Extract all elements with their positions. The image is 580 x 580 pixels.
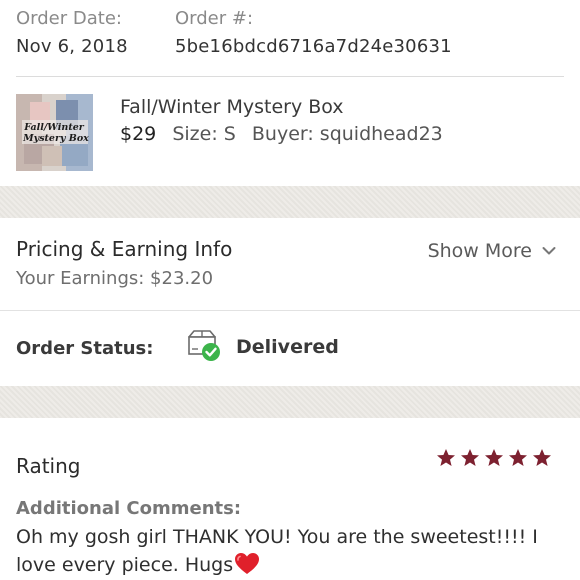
pricing-section: Pricing & Earning Info Your Earnings: $2… xyxy=(0,218,580,310)
item-price: $29 xyxy=(120,123,157,145)
thumbnail-text-line1: Fall/Winter xyxy=(23,122,85,133)
item-thumbnail[interactable]: Fall/Winter Mystery Box xyxy=(16,94,93,171)
comments-body: Oh my gosh girl THANK YOU! You are the s… xyxy=(16,523,556,579)
comments-text: Oh my gosh girl THANK YOU! You are the s… xyxy=(16,526,538,576)
star-icon xyxy=(437,449,455,466)
item-meta: $29 Size: S Buyer: squidhead23 xyxy=(120,123,443,145)
order-status-label: Order Status: xyxy=(16,338,154,359)
show-more-button[interactable]: Show More xyxy=(428,240,556,262)
order-number-label: Order #: xyxy=(175,8,254,29)
section-separator xyxy=(0,386,580,418)
order-header: Order Date: Nov 6, 2018 Order #: 5be16bd… xyxy=(0,0,580,78)
pricing-title: Pricing & Earning Info xyxy=(16,237,233,261)
order-status-section: Order Status: Delivered xyxy=(0,311,580,386)
item-buyer[interactable]: Buyer: squidhead23 xyxy=(252,123,443,145)
star-icon xyxy=(485,449,503,466)
thumbnail-text-line2: Mystery Box xyxy=(22,133,89,144)
star-icon xyxy=(533,449,551,466)
order-item[interactable]: Fall/Winter Mystery Box Fall/Winter Myst… xyxy=(0,77,580,186)
section-separator xyxy=(0,186,580,218)
rating-title: Rating xyxy=(16,454,81,478)
order-date-value: Nov 6, 2018 xyxy=(16,36,128,57)
order-number-block: Order #: 5be16bdcd6716a7d24e30631 xyxy=(175,8,452,58)
item-thumbnail-image: Fall/Winter Mystery Box xyxy=(16,94,93,171)
heart-icon xyxy=(235,553,260,574)
chevron-down-icon xyxy=(542,247,556,255)
star-icon xyxy=(509,449,527,466)
earnings-text: Your Earnings: $23.20 xyxy=(16,268,214,289)
order-number-value: 5be16bdcd6716a7d24e30631 xyxy=(175,36,452,57)
order-date-label: Order Date: xyxy=(16,8,122,29)
show-more-label: Show More xyxy=(427,240,532,262)
item-title[interactable]: Fall/Winter Mystery Box xyxy=(120,96,344,118)
order-date-block: Order Date: Nov 6, 2018 xyxy=(16,8,128,58)
rating-stars xyxy=(436,448,552,468)
order-status-value: Delivered xyxy=(236,336,339,358)
item-size: Size: S xyxy=(172,123,236,145)
box-delivered-icon xyxy=(188,330,220,361)
rating-section: Rating Additional Comments: Oh my gosh g… xyxy=(0,418,580,580)
star-icon xyxy=(461,449,479,466)
comments-label: Additional Comments: xyxy=(16,498,242,519)
